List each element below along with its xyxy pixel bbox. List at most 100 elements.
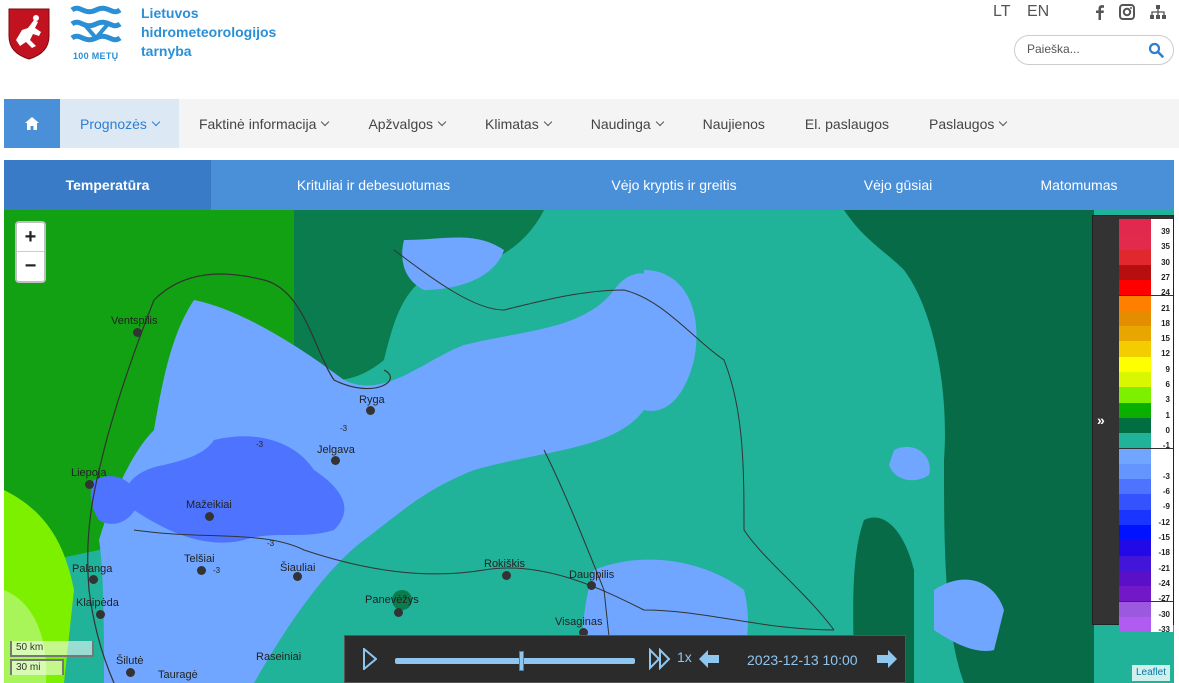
city-label: Liepoja: [71, 467, 107, 479]
step-forward-icon[interactable]: [875, 648, 899, 670]
nav-item-naudinga[interactable]: Naudinga: [571, 99, 683, 148]
city-label: Tauragė: [158, 669, 198, 681]
legend-swatch: [1119, 295, 1151, 311]
nav-item-faktine-informacija[interactable]: Faktinė informacija: [179, 99, 349, 148]
chevron-down-icon: [437, 117, 447, 126]
temperature-map[interactable]: Ventspilis Ryga Jelgava Liepoja Mažeikia…: [4, 210, 1174, 683]
legend-swatch: [1119, 616, 1151, 633]
legend-swatch: [1119, 463, 1151, 480]
tab-vejo-kryptis[interactable]: Vėjo kryptis ir greitis: [536, 160, 812, 210]
nav-item-naujienos[interactable]: Naujienos: [683, 99, 785, 148]
nav-item-label: Apžvalgos: [368, 115, 434, 132]
city-dot-liepoja: [85, 480, 94, 489]
city-label: Ventspilis: [111, 315, 158, 327]
speed-indicator[interactable]: 1x: [677, 649, 692, 665]
legend-swatch: [1119, 341, 1151, 357]
scale-bar-mi: 30 mi: [10, 659, 64, 675]
zoom-out-button[interactable]: −: [17, 252, 44, 281]
nav-item-klimatas[interactable]: Klimatas: [465, 99, 571, 148]
legend-label: -33: [1151, 616, 1173, 634]
city-dot-panevezys: [394, 608, 403, 617]
chevron-down-icon: [655, 117, 664, 126]
legend-swatch: [1119, 310, 1151, 327]
time-slider-track[interactable]: [395, 658, 635, 664]
isoline-label: -3: [340, 424, 348, 433]
nav-item-label: Klimatas: [485, 115, 539, 132]
nav-item-label: Faktinė informacija: [198, 115, 317, 132]
legend-swatch: [1119, 280, 1151, 296]
nav-item-label: El. paslaugos: [804, 115, 889, 132]
city-label: Ryga: [359, 394, 385, 406]
legend-swatch: [1119, 570, 1151, 587]
legend-toggle-icon[interactable]: »: [1097, 412, 1105, 428]
city-dot-palanga: [89, 575, 98, 584]
step-back-icon[interactable]: [697, 648, 721, 670]
legend-swatch: [1119, 433, 1151, 449]
nav-item-apzvalgos[interactable]: Apžvalgos: [348, 99, 465, 148]
zoom-in-button[interactable]: +: [17, 223, 44, 252]
city-label: Mažeikiai: [186, 499, 232, 511]
legend-swatch: [1119, 448, 1151, 464]
legend-label: 21: [1151, 295, 1173, 313]
instagram-icon[interactable]: [1119, 4, 1135, 20]
tab-temperatura[interactable]: Temperatūra: [4, 160, 211, 210]
legend-label: 27: [1151, 264, 1173, 282]
fast-forward-icon[interactable]: [649, 648, 671, 670]
lang-en-link[interactable]: EN: [1027, 3, 1049, 21]
city-label: Panevėžys: [365, 594, 419, 606]
legend-label: [1151, 448, 1173, 464]
tab-matomumas[interactable]: Matomumas: [984, 160, 1174, 210]
org-name-line1: Lietuvos: [141, 5, 199, 21]
temperature-legend: » 39 35 30 27 24 21 18 15 12 9 6 3 1 0 -1 -3 -6 -9 -12 -15-…: [1092, 215, 1174, 634]
nav-item-el-paslaugos[interactable]: El. paslaugos: [785, 99, 909, 148]
city-label: Šilutė: [116, 655, 144, 667]
legend-label: 35: [1151, 234, 1173, 251]
search-box: [1014, 35, 1174, 65]
zoom-control: + −: [15, 221, 46, 283]
legend-swatch: [1119, 402, 1151, 418]
city-label: Rokiškis: [484, 558, 525, 570]
years-badge: 100 METŲ: [73, 51, 119, 61]
nav-home[interactable]: [4, 99, 60, 148]
play-icon[interactable]: [363, 648, 377, 670]
nav-item-label: Naudinga: [590, 115, 651, 132]
org-name[interactable]: Lietuvos hidrometeorologijos tarnyba: [141, 4, 276, 61]
nav-item-label: Paslaugos: [928, 115, 995, 132]
legend-swatch: [1119, 417, 1151, 434]
nav-item-label: Prognozės: [80, 115, 147, 132]
sitemap-icon[interactable]: [1150, 4, 1166, 20]
legend-swatch: [1119, 525, 1151, 541]
tab-krituliai[interactable]: Krituliai ir debesuotumas: [211, 160, 536, 210]
legend-label: -12: [1151, 509, 1173, 527]
main-nav: Prognozės Faktinė informacija Apžvalgos …: [4, 99, 1179, 148]
nav-item-paslaugos[interactable]: Paslaugos: [909, 99, 1026, 148]
legend-swatch: [1119, 219, 1151, 235]
isoline-label: -3: [267, 539, 275, 548]
time-slider-handle[interactable]: [519, 651, 525, 671]
lang-lt-link[interactable]: LT: [993, 3, 1010, 21]
legend-swatch: [1119, 326, 1151, 342]
city-dot-telsiai: [197, 566, 206, 575]
coat-of-arms-icon[interactable]: [6, 6, 52, 60]
search-icon[interactable]: [1148, 42, 1164, 58]
search-input[interactable]: [1027, 42, 1145, 56]
tab-vejo-gusiai[interactable]: Vėjo gūsiai: [812, 160, 984, 210]
leaflet-attribution-link[interactable]: Leaflet: [1132, 665, 1171, 681]
chevron-down-icon: [543, 117, 552, 126]
legend-swatch: [1119, 387, 1151, 403]
city-label: Palanga: [72, 563, 113, 575]
legend-label: 18: [1151, 310, 1173, 328]
city-label: Visaginas: [555, 616, 603, 628]
nav-item-label: Naujienos: [702, 115, 765, 132]
legend-swatch: [1119, 479, 1151, 495]
legend-swatch: [1119, 540, 1151, 556]
facebook-icon[interactable]: [1092, 4, 1108, 20]
city-label: Telšiai: [184, 553, 215, 565]
legend-label: 15: [1151, 326, 1173, 343]
legend-label: -1: [1151, 433, 1173, 450]
nav-item-prognozes[interactable]: Prognozės: [60, 99, 179, 148]
city-dot-mazeikiai: [205, 512, 214, 521]
legend-label: -18: [1151, 540, 1173, 557]
chevron-down-icon: [151, 117, 161, 126]
city-dot-daugpilis: [587, 581, 596, 590]
